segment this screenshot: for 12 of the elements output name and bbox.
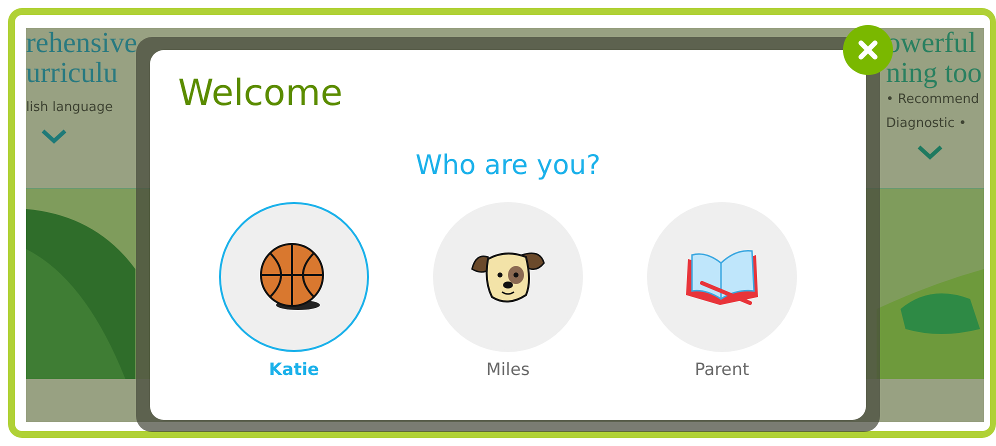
- panel-heading: ning too: [886, 58, 982, 88]
- close-icon: [857, 39, 879, 61]
- panel-subtitle: lish language: [26, 99, 113, 117]
- panel-heading: urriculu: [26, 58, 118, 88]
- chevron-down-icon[interactable]: [916, 144, 944, 160]
- book-icon: [684, 247, 760, 307]
- chevron-down-icon[interactable]: [40, 128, 68, 144]
- dialog-question: Who are you?: [415, 150, 601, 182]
- panel-bullet: Diagnostic •: [886, 115, 966, 133]
- dialog-title: Welcome: [178, 72, 343, 116]
- panel-heading: rehensive: [26, 28, 138, 58]
- panel-bullet: • Recommend: [886, 91, 980, 109]
